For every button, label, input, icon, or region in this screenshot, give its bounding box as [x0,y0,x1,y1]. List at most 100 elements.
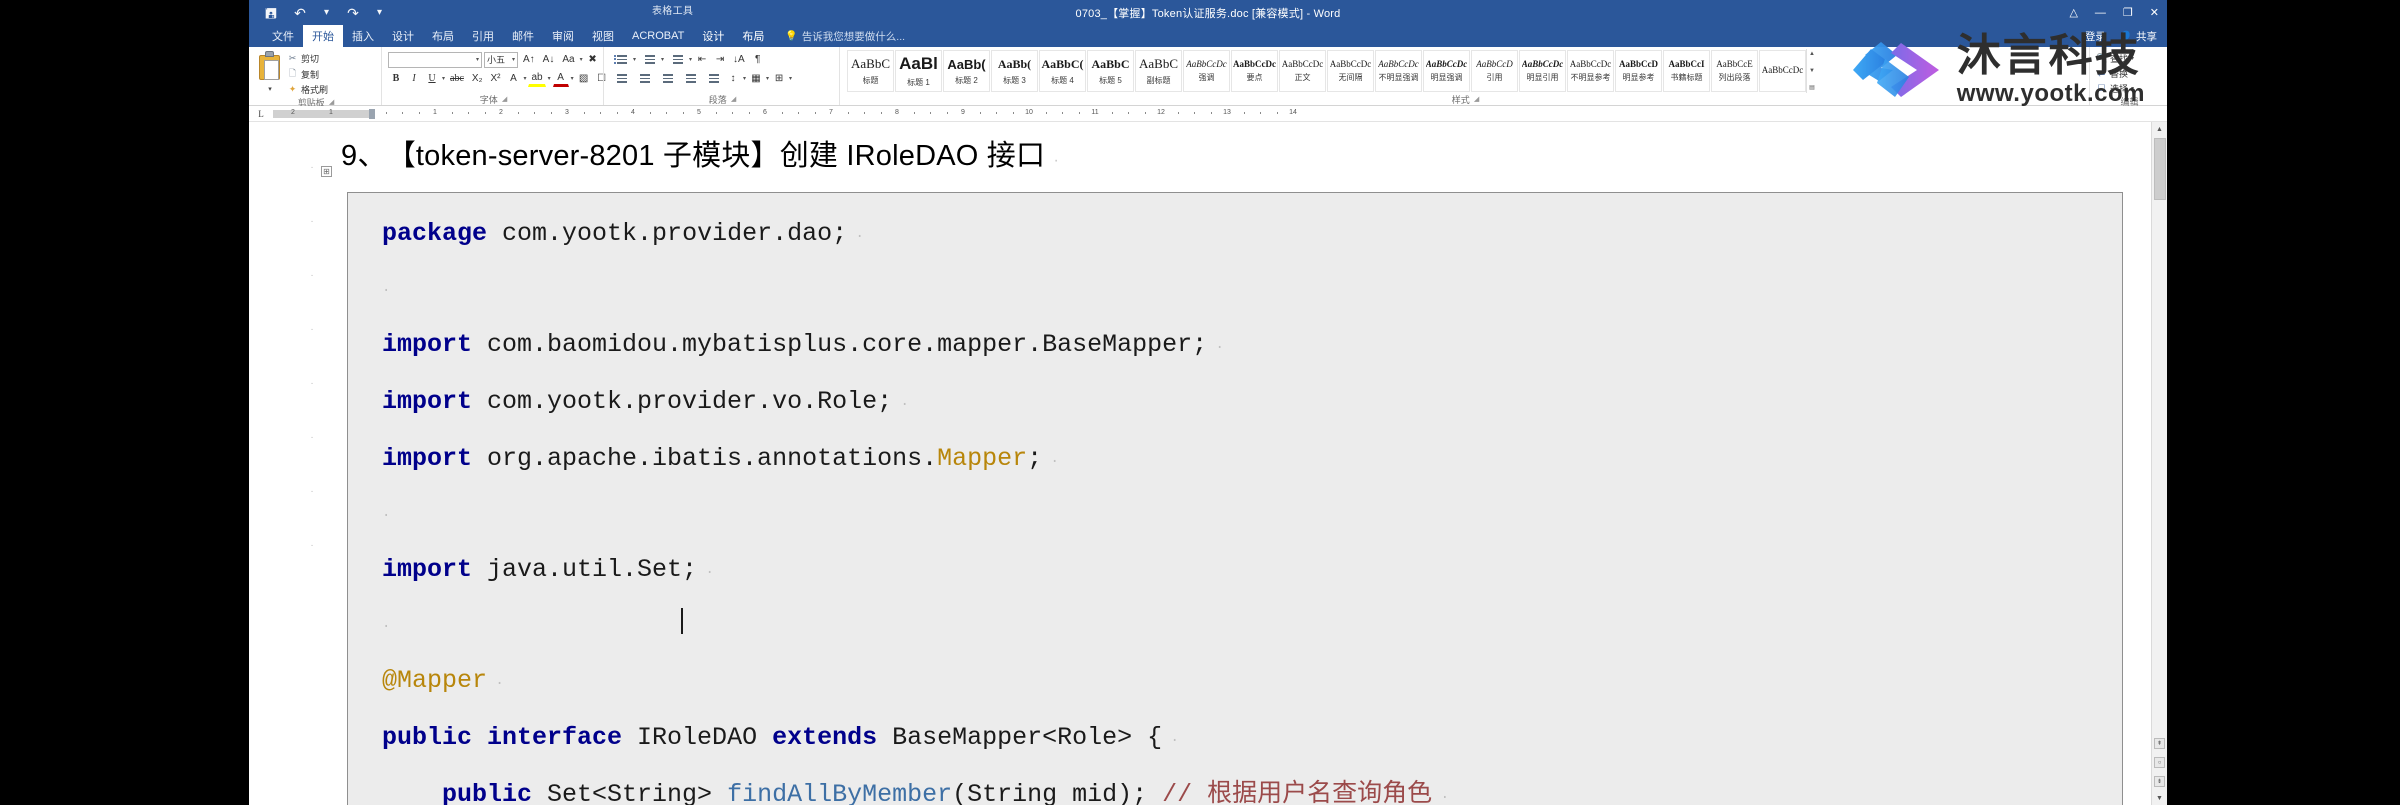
restore-button[interactable]: ❐ [2123,6,2133,19]
multilevel-caret-icon[interactable]: ▾ [689,56,692,63]
styles-more-icon[interactable]: ▤ [1809,84,1815,91]
underline-caret-icon[interactable]: ▾ [442,75,445,82]
style-tile[interactable]: AaBbCcDc 明显引用 [1519,50,1566,92]
code-line[interactable]: package com.yootk.provider.dao; · [348,207,2122,264]
code-line[interactable]: · [348,489,2122,543]
numbering-icon[interactable] [638,52,659,68]
paste-icon[interactable] [257,51,283,85]
grow-font-icon[interactable]: A↑ [520,52,538,68]
font-color-icon[interactable]: A [552,71,569,87]
copy-button[interactable]: 🗋 复制 [287,66,328,82]
distribute-icon[interactable] [702,71,723,87]
style-tile[interactable]: AaBbCcDc 正文 [1279,50,1326,92]
font-dialog-launcher[interactable]: ◢ [502,95,507,103]
tab-stop-selector[interactable]: L [249,109,273,119]
borders-icon[interactable]: ⊞ [771,71,787,87]
text-effects-caret-icon[interactable]: ▾ [523,75,526,82]
close-button[interactable]: ✕ [2150,6,2159,19]
superscript-icon[interactable]: X² [487,71,503,87]
style-tile[interactable]: AaBl 标题 1 [895,50,942,92]
styles-scroll-down-icon[interactable]: ▼ [1809,68,1815,74]
style-tile[interactable]: AaBbCcE 列出段落 [1711,50,1758,92]
decrease-indent-icon[interactable]: ⇤ [694,52,710,68]
vertical-scrollbar[interactable]: ▲ ⇞ ○ ⇟ ▼ [2151,122,2167,805]
tab-design[interactable]: 设计 [383,25,423,47]
minimize-button[interactable]: — [2095,7,2106,19]
code-line[interactable]: @Mapper · [348,654,2122,711]
style-tile[interactable]: AaBbCcDc 无间隔 [1327,50,1374,92]
show-formatting-marks-icon[interactable]: ¶ [750,52,766,68]
text-highlight-color-icon[interactable]: ab [528,71,546,87]
code-line[interactable]: import org.apache.ibatis.annotations.Map… [348,432,2122,489]
tab-acrobat[interactable]: ACROBAT [623,25,693,47]
tab-mailings[interactable]: 邮件 [503,25,543,47]
code-line[interactable]: public Set<String> findAllByMember(Strin… [348,768,2122,805]
shrink-font-icon[interactable]: A↓ [540,52,558,68]
shading-caret-icon[interactable]: ▾ [766,75,769,82]
line-spacing-caret-icon[interactable]: ▾ [743,75,746,82]
styles-scroll-up-icon[interactable]: ▲ [1809,51,1815,57]
style-tile[interactable]: AaBbCcDc 不明显参考 [1567,50,1614,92]
align-center-icon[interactable] [633,71,654,87]
browse-object-button[interactable]: ○ [2154,757,2165,768]
code-line[interactable]: public interface IRoleDAO extends BaseMa… [348,711,2122,768]
align-left-icon[interactable] [610,71,631,87]
code-line[interactable]: · [348,264,2122,318]
change-case-caret-icon[interactable]: ▾ [580,56,583,63]
document-page[interactable]: · · · · · · · · 9、 【token-server-8201 子模… [249,122,2151,805]
font-color-caret-icon[interactable]: ▾ [571,75,574,82]
multilevel-list-icon[interactable] [666,52,687,68]
paragraph-dialog-launcher[interactable]: ◢ [731,95,736,103]
cut-button[interactable]: ✂ 剪切 [287,52,328,65]
subscript-icon[interactable]: X₂ [469,71,486,87]
borders-caret-icon[interactable]: ▾ [789,75,792,82]
bold-icon[interactable]: B [388,71,404,87]
shading-icon[interactable]: ▦ [748,71,764,87]
style-tile[interactable]: AaBbC 标题 5 [1087,50,1134,92]
style-tile[interactable]: AaBbC 副标题 [1135,50,1182,92]
style-tile[interactable]: AaBbCcD 明显参考 [1615,50,1662,92]
align-right-icon[interactable] [656,71,677,87]
line-spacing-icon[interactable]: ↕ [725,71,741,87]
styles-gallery-scroll[interactable]: ▲ ▼ ▤ [1806,49,1817,93]
scroll-up-arrow[interactable]: ▲ [2156,122,2163,136]
style-tile[interactable]: AaBb(标题 3 [991,50,1038,92]
style-tile[interactable]: AaBbCcDc [1759,50,1806,92]
scrollbar-thumb[interactable] [2153,138,2166,200]
code-block[interactable]: package com.yootk.provider.dao; · · import… [347,192,2123,805]
clear-formatting-icon[interactable]: ✖ [585,52,601,68]
tab-table-design[interactable]: 设计 [693,25,733,47]
code-line[interactable]: import com.yootk.provider.vo.Role; · [348,375,2122,432]
font-name-box[interactable]: ▾ [388,51,482,68]
tab-home[interactable]: 开始 [303,25,343,47]
tab-file[interactable]: 文件 [263,25,303,47]
style-tile[interactable]: AaBbCcD 引用 [1471,50,1518,92]
document-canvas[interactable]: · · · · · · · · 9、 【token-server-8201 子模… [249,122,2167,805]
code-line[interactable]: · [348,600,2122,654]
paste-dropdown-icon[interactable]: ▾ [268,85,272,93]
character-shading-icon[interactable]: ▧ [576,71,592,87]
code-line[interactable]: import java.util.Set; · [348,543,2122,600]
change-case-icon[interactable]: Aa [559,52,577,68]
tab-review[interactable]: 审阅 [543,25,583,47]
tab-references[interactable]: 引用 [463,25,503,47]
font-size-box[interactable]: 小五 ▾ [484,51,518,68]
strikethrough-icon[interactable]: abc [447,71,467,87]
format-painter-button[interactable]: ✦ 格式刷 [287,83,328,96]
style-tile[interactable]: AaBbCcDc 不明显强调 [1375,50,1422,92]
sort-icon[interactable]: ↓A [730,52,748,68]
bullets-caret-icon[interactable]: ▾ [633,56,636,63]
underline-icon[interactable]: U [424,71,440,87]
code-line[interactable]: import com.baomidou.mybatisplus.core.map… [348,318,2122,375]
tab-table-layout[interactable]: 布局 [733,25,773,47]
highlight-caret-icon[interactable]: ▾ [548,75,551,82]
next-page-button[interactable]: ⇟ [2154,776,2165,787]
style-tile[interactable]: AaBbCcDc 要点 [1231,50,1278,92]
justify-icon[interactable] [679,71,700,87]
style-tile[interactable]: AaBbCcDc 明显强调 [1423,50,1470,92]
text-effects-icon[interactable]: A [505,71,521,87]
style-tile[interactable]: AaBbCcDc 强调 [1183,50,1230,92]
tab-view[interactable]: 视图 [583,25,623,47]
increase-indent-icon[interactable]: ⇥ [712,52,728,68]
scroll-down-arrow[interactable]: ▼ [2156,791,2163,805]
